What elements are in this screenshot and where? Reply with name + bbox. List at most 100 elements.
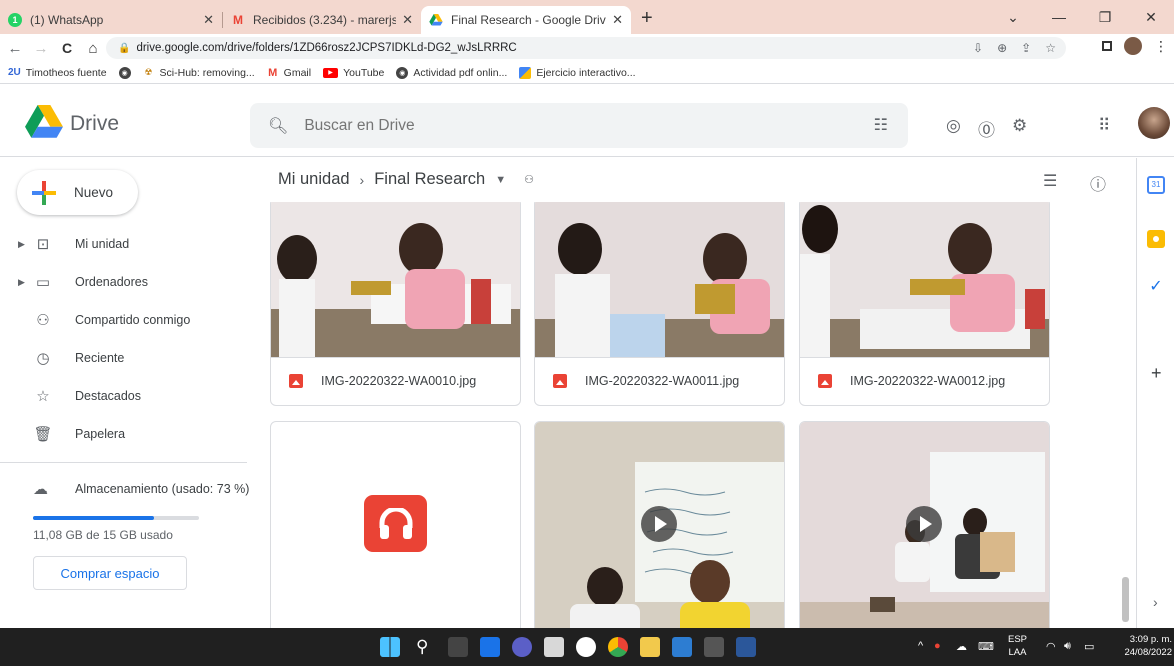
forward-button[interactable]: → — [30, 40, 52, 57]
word-icon[interactable] — [736, 637, 756, 657]
apps-grid-icon[interactable]: ⠿ — [1098, 116, 1110, 136]
keyboard-icon[interactable]: ⌨ — [978, 640, 994, 653]
new-tab-button[interactable]: + — [631, 7, 663, 34]
sidebar-item-computers[interactable]: ▶ ▭ Ordenadores — [0, 266, 262, 298]
language-indicator[interactable]: ESP LAA — [1008, 633, 1027, 659]
file-card[interactable]: IMG-20220322-WA0011.jpg — [534, 202, 785, 406]
search-icon[interactable]: 🔍︎ — [268, 116, 288, 136]
tab-drive[interactable]: Final Research - Google Drive ✕ — [421, 6, 631, 34]
tab-search-icon[interactable]: ⌄ — [990, 0, 1036, 34]
bookmark-item[interactable]: ◉ Actividad pdf onlin... — [396, 66, 507, 79]
new-button[interactable]: Nuevo — [17, 170, 138, 215]
task-view-icon[interactable] — [448, 637, 468, 657]
file-card[interactable]: IMG-20220322-WA0010.jpg — [270, 202, 521, 406]
search-input[interactable] — [304, 116, 805, 135]
settings-gear-icon[interactable]: ⚙ — [1012, 116, 1027, 136]
bookmark-item[interactable]: ▶ YouTube — [323, 67, 384, 79]
file-card[interactable] — [270, 421, 521, 628]
drive-icon — [429, 13, 443, 27]
store-icon[interactable] — [544, 637, 564, 657]
image-file-icon — [289, 373, 303, 388]
clock[interactable]: 3:09 p. m. 24/08/2022 — [1112, 633, 1172, 659]
bookmark-item[interactable]: ☢ Sci-Hub: removing... — [143, 67, 255, 79]
product-name[interactable]: Drive — [70, 112, 119, 136]
ready-offline-icon[interactable]: ◎ — [946, 116, 961, 136]
account-avatar[interactable] — [1138, 107, 1170, 139]
restore-button[interactable]: ❐ — [1082, 0, 1128, 34]
content-scrollbar[interactable] — [1118, 202, 1134, 628]
bookmark-star-icon[interactable]: ☆ — [1045, 41, 1056, 55]
dropdown-arrow-icon[interactable]: ▼ — [495, 174, 506, 186]
bookmark-item[interactable]: ◉ — [118, 66, 131, 79]
play-icon[interactable] — [641, 506, 677, 542]
widgets-icon[interactable] — [480, 637, 500, 657]
profile-avatar[interactable] — [1124, 37, 1142, 55]
drive-logo-icon[interactable] — [25, 105, 63, 144]
volume-icon[interactable]: 🔊︎ — [1064, 640, 1071, 653]
chevron-right-icon[interactable]: › — [1153, 594, 1158, 610]
breadcrumb-root[interactable]: Mi unidad — [278, 170, 350, 189]
breadcrumb-current-folder[interactable]: Final Research — [374, 170, 485, 189]
sidebar-item-shared[interactable]: ⚇ Compartido conmigo — [0, 304, 262, 336]
add-addon-icon[interactable]: + — [1151, 363, 1162, 384]
windows-start-icon[interactable] — [380, 637, 400, 657]
chrome-icon[interactable] — [608, 637, 628, 657]
close-tab-icon[interactable]: ✕ — [203, 12, 214, 28]
info-icon[interactable]: ⓘ — [1090, 171, 1106, 195]
tab-gmail[interactable]: M Recibidos (3.234) - marerjs417@ ✕ — [223, 6, 421, 34]
wifi-icon[interactable]: ◠ — [1046, 640, 1056, 653]
obs-icon[interactable] — [576, 637, 596, 657]
zoom-icon[interactable]: ⊕ — [997, 41, 1007, 55]
app-icon[interactable] — [672, 637, 692, 657]
minimize-button[interactable]: — — [1036, 0, 1082, 34]
keep-icon[interactable] — [1147, 230, 1165, 248]
close-tab-icon[interactable]: ✕ — [402, 12, 413, 28]
menu-icon[interactable]: ⋮ — [1154, 38, 1168, 55]
file-explorer-icon[interactable] — [640, 637, 660, 657]
globe-icon: ◉ — [118, 66, 131, 79]
close-window-button[interactable]: ✕ — [1128, 0, 1174, 34]
reload-button[interactable]: C — [56, 40, 78, 56]
tab-whatsapp[interactable]: 1 (1) WhatsApp ✕ — [0, 6, 222, 34]
image-thumbnail — [535, 202, 784, 357]
antivirus-icon[interactable]: ● — [934, 640, 941, 652]
bookmark-item[interactable]: Ejercicio interactivo... — [519, 66, 636, 79]
chevron-right-icon: › — [359, 171, 365, 188]
help-icon[interactable]: ⓪ — [978, 116, 995, 141]
sidebar-item-my-drive[interactable]: ▶ ⊡ Mi unidad — [0, 228, 262, 260]
address-bar[interactable]: 🔒 drive.google.com/drive/folders/1ZD66ro… — [106, 37, 1066, 59]
share-icon[interactable]: ⇪ — [1021, 41, 1031, 55]
calendar-icon[interactable]: 31 — [1147, 176, 1165, 194]
file-card[interactable] — [534, 421, 785, 628]
sidebar-item-label: Destacados — [75, 389, 142, 403]
storage-label[interactable]: Almacenamiento (usado: 73 %) — [75, 482, 249, 496]
play-icon[interactable] — [906, 506, 942, 542]
file-card[interactable] — [799, 421, 1050, 628]
tasks-icon[interactable]: ✓ — [1147, 278, 1165, 296]
sidebar-item-recent[interactable]: ◷ Reciente — [0, 342, 262, 374]
sidebar-item-trash[interactable]: 🗑︎ Papelera — [0, 418, 262, 450]
battery-icon[interactable]: ▭ — [1084, 640, 1094, 653]
search-options-icon[interactable]: ☷ — [874, 115, 888, 135]
install-app-icon[interactable]: ⇩ — [973, 41, 983, 55]
home-button[interactable]: ⌂ — [82, 40, 104, 57]
back-button[interactable]: ← — [4, 40, 26, 57]
bookmark-item[interactable]: 2U Timotheos fuente — [8, 67, 107, 79]
file-card[interactable]: IMG-20220322-WA0012.jpg — [799, 202, 1050, 406]
chat-icon[interactable] — [512, 637, 532, 657]
expand-arrow-icon[interactable]: ▶ — [18, 239, 25, 250]
show-hidden-icons-chevron-icon[interactable]: ^ — [918, 640, 923, 652]
scrollbar-thumb[interactable] — [1122, 577, 1129, 622]
sidebar-item-starred[interactable]: ☆ Destacados — [0, 380, 262, 412]
buy-storage-button[interactable]: Comprar espacio — [33, 556, 187, 590]
app-icon[interactable] — [704, 637, 724, 657]
side-panel: 31 ✓ + › — [1136, 158, 1174, 628]
cloud-sync-icon[interactable]: ☁ — [956, 640, 967, 653]
search-bar[interactable]: 🔍︎ ☷ — [250, 103, 908, 148]
expand-arrow-icon[interactable]: ▶ — [18, 277, 25, 288]
bookmark-item[interactable]: M Gmail — [267, 67, 311, 79]
close-tab-icon[interactable]: ✕ — [612, 12, 623, 28]
list-view-icon[interactable]: ☰ — [1043, 171, 1057, 191]
search-icon[interactable]: ⚲ — [416, 637, 428, 657]
side-panel-icon[interactable] — [1102, 41, 1112, 51]
